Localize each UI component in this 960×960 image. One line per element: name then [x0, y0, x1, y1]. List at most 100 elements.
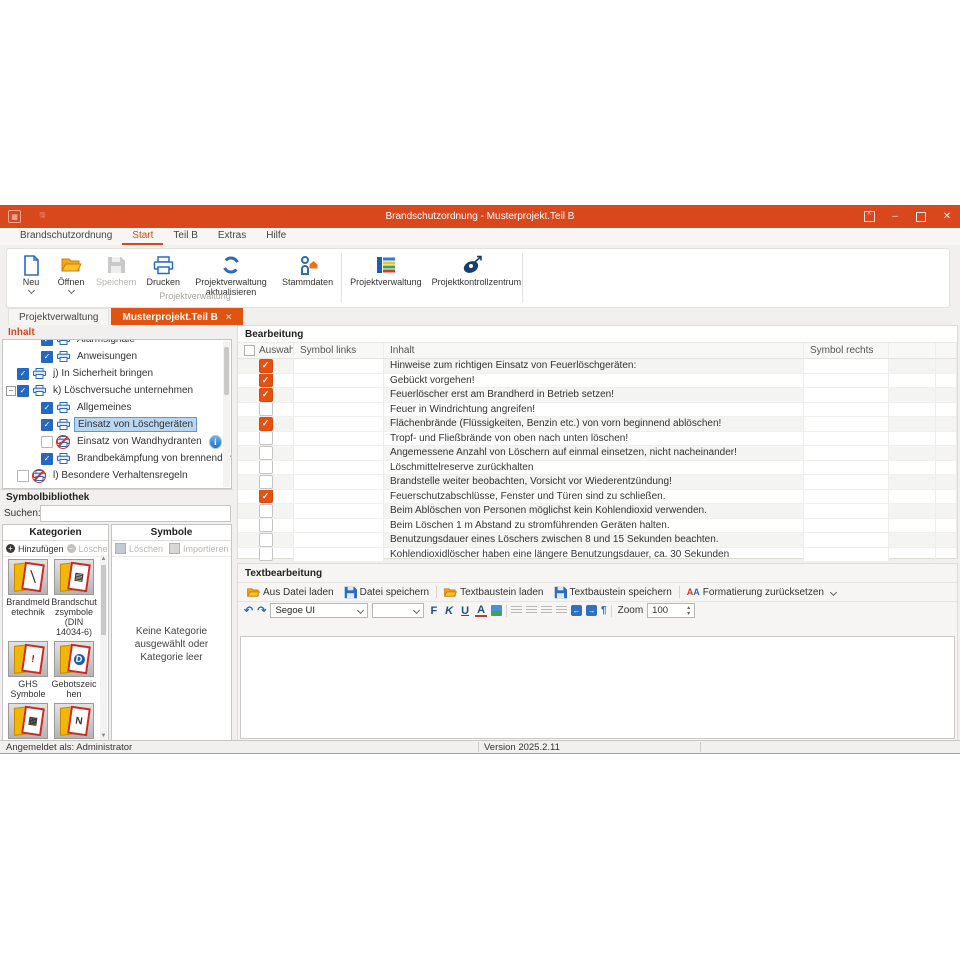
zoom-spinner[interactable]: 100 ▴ ▾: [647, 603, 696, 618]
content-cell[interactable]: Kohlendioxidlöscher haben eine längere B…: [384, 547, 804, 561]
menu-item-brandschutzordnung[interactable]: Brandschutzordnung: [10, 228, 122, 245]
symbol-right-cell[interactable]: [804, 489, 889, 503]
symbol-left-cell[interactable]: [294, 417, 384, 431]
menu-item-start[interactable]: Start: [122, 228, 164, 245]
symbol-right-cell[interactable]: [804, 475, 889, 489]
tree-item[interactable]: Einsatz von Wandhydranten i: [3, 433, 222, 450]
symbol-right-cell[interactable]: [804, 417, 889, 431]
row-checkbox[interactable]: ✓: [258, 489, 273, 503]
symbol-right-cell[interactable]: [804, 446, 889, 460]
tree-item[interactable]: ✓ Alarmsignale: [3, 340, 222, 348]
undo-icon[interactable]: ↶: [244, 604, 253, 617]
delete-symbol-button[interactable]: Löschen: [129, 544, 163, 554]
toolbar-button-textbaustein-speichern[interactable]: Textbaustein speichern: [551, 585, 675, 600]
symbol-right-cell[interactable]: [804, 547, 889, 561]
symbol-left-cell[interactable]: [294, 359, 384, 373]
align-center-icon[interactable]: [526, 606, 538, 615]
symbol-right-cell[interactable]: [804, 518, 889, 532]
content-cell[interactable]: Löschmittelreserve zurückhalten: [384, 460, 804, 474]
content-cell[interactable]: Flächenbrände (Flüssigkeiten, Benzin etc…: [384, 417, 804, 431]
symbol-left-cell[interactable]: [294, 460, 384, 474]
content-cell[interactable]: Feuerschutzabschlüsse, Fenster und Türen…: [384, 489, 804, 503]
row-checkbox[interactable]: [258, 460, 273, 474]
category-tile[interactable]: N: [51, 699, 97, 741]
select-all-checkbox[interactable]: [244, 345, 255, 356]
row-checkbox[interactable]: [258, 504, 273, 518]
categories-scrollbar[interactable]: ▲ ▼: [100, 555, 107, 740]
symbol-right-cell[interactable]: [804, 504, 889, 518]
tree-checkbox[interactable]: ✓: [41, 452, 53, 465]
row-checkbox[interactable]: [258, 533, 273, 547]
tree-collapse-icon[interactable]: −: [6, 386, 16, 396]
tree-scrollbar-thumb[interactable]: [224, 347, 229, 395]
toolbar-button-textbaustein-laden[interactable]: Textbaustein laden: [441, 586, 546, 599]
menu-item-extras[interactable]: Extras: [208, 228, 256, 245]
tree-item[interactable]: ✓ Einsatz von Löschgeräten: [3, 416, 222, 433]
tree-item[interactable]: l) Besondere Verhaltensregeln: [3, 467, 222, 484]
content-cell[interactable]: Beim Löschen 1 m Abstand zu stromführend…: [384, 518, 804, 532]
row-checkbox[interactable]: [258, 475, 273, 489]
content-cell[interactable]: Feuerlöscher erst am Brandherd in Betrie…: [384, 388, 804, 402]
row-checkbox[interactable]: ✓: [258, 373, 273, 387]
content-cell[interactable]: Tropf- und Fließbrände von oben nach unt…: [384, 431, 804, 445]
content-cell[interactable]: Feuer in Windrichtung angreifen!: [384, 402, 804, 416]
category-tile[interactable]: ! GHS Symbole: [5, 637, 51, 699]
indent-decrease-icon[interactable]: ←: [571, 605, 583, 616]
row-checkbox[interactable]: [258, 547, 273, 561]
content-cell[interactable]: Gebückt vorgehen!: [384, 373, 804, 387]
tree-item[interactable]: ✓ j) In Sicherheit bringen: [3, 365, 222, 382]
align-right-icon[interactable]: [541, 606, 553, 615]
symbol-left-cell[interactable]: [294, 446, 384, 460]
row-checkbox[interactable]: [258, 431, 273, 445]
italic-button[interactable]: K: [443, 605, 455, 617]
symbol-right-cell[interactable]: [804, 359, 889, 373]
categories-scrollbar-thumb[interactable]: [101, 565, 106, 635]
tree-checkbox[interactable]: [41, 435, 53, 448]
ribbon-button-neu[interactable]: Neu: [11, 249, 51, 307]
font-color-button[interactable]: A: [475, 604, 488, 617]
toolbar-overflow-icon[interactable]: [829, 588, 838, 596]
tree-item[interactable]: ✓ Anweisungen: [3, 348, 222, 365]
minimize-button[interactable]: –: [882, 205, 908, 228]
symbol-right-cell[interactable]: [804, 460, 889, 474]
content-cell[interactable]: Angemessene Anzahl von Löschern auf einm…: [384, 446, 804, 460]
symbol-right-cell[interactable]: [804, 388, 889, 402]
tree-checkbox[interactable]: ✓: [17, 384, 29, 397]
content-cell[interactable]: Beim Ablöschen von Personen möglichst ke…: [384, 504, 804, 518]
text-editor-area[interactable]: [240, 636, 955, 739]
row-checkbox[interactable]: [258, 446, 273, 460]
align-justify-icon[interactable]: [556, 606, 568, 615]
bold-button[interactable]: F: [428, 605, 439, 617]
toolbar-button-aus-datei-laden[interactable]: Aus Datei laden: [244, 586, 337, 599]
tree-checkbox[interactable]: ✓: [41, 340, 53, 346]
symbol-right-cell[interactable]: [804, 402, 889, 416]
font-family-select[interactable]: Segoe UI: [270, 603, 369, 618]
info-icon[interactable]: i: [208, 434, 222, 449]
symbol-left-cell[interactable]: [294, 373, 384, 387]
symbol-left-cell[interactable]: [294, 402, 384, 416]
menu-item-hilfe[interactable]: Hilfe: [256, 228, 296, 245]
tree-checkbox[interactable]: [17, 469, 29, 482]
tree-item[interactable]: ✓ Allgemeines: [3, 399, 222, 416]
menu-item-teil-b[interactable]: Teil B: [163, 228, 207, 245]
scroll-up-icon[interactable]: ▲: [100, 555, 107, 563]
close-tab-icon[interactable]: ✕: [225, 312, 233, 323]
ribbon-button-öffnen[interactable]: Öffnen: [51, 249, 91, 307]
font-size-select[interactable]: [372, 603, 425, 618]
content-cell[interactable]: Brandstelle weiter beobachten, Vorsicht …: [384, 475, 804, 489]
row-checkbox[interactable]: [258, 518, 273, 532]
category-tile[interactable]: D Gebotszeichen: [51, 637, 97, 699]
tree-checkbox[interactable]: ✓: [41, 350, 53, 363]
symbol-left-cell[interactable]: [294, 533, 384, 547]
redo-icon[interactable]: ↷: [257, 604, 266, 617]
tree-checkbox[interactable]: ✓: [41, 418, 53, 431]
row-checkbox[interactable]: ✓: [258, 388, 273, 402]
symbol-left-cell[interactable]: [294, 388, 384, 402]
tree-scrollbar[interactable]: [223, 341, 230, 487]
row-checkbox[interactable]: ✓: [258, 359, 273, 373]
row-checkbox[interactable]: [258, 402, 273, 416]
symbol-right-cell[interactable]: [804, 533, 889, 547]
category-tile[interactable]: ▤ Brandschutzsymbole (DIN 14034-6): [51, 555, 97, 637]
pilcrow-icon[interactable]: ¶: [601, 605, 607, 616]
content-cell[interactable]: Hinweise zum richtigen Einsatz von Feuer…: [384, 359, 804, 373]
